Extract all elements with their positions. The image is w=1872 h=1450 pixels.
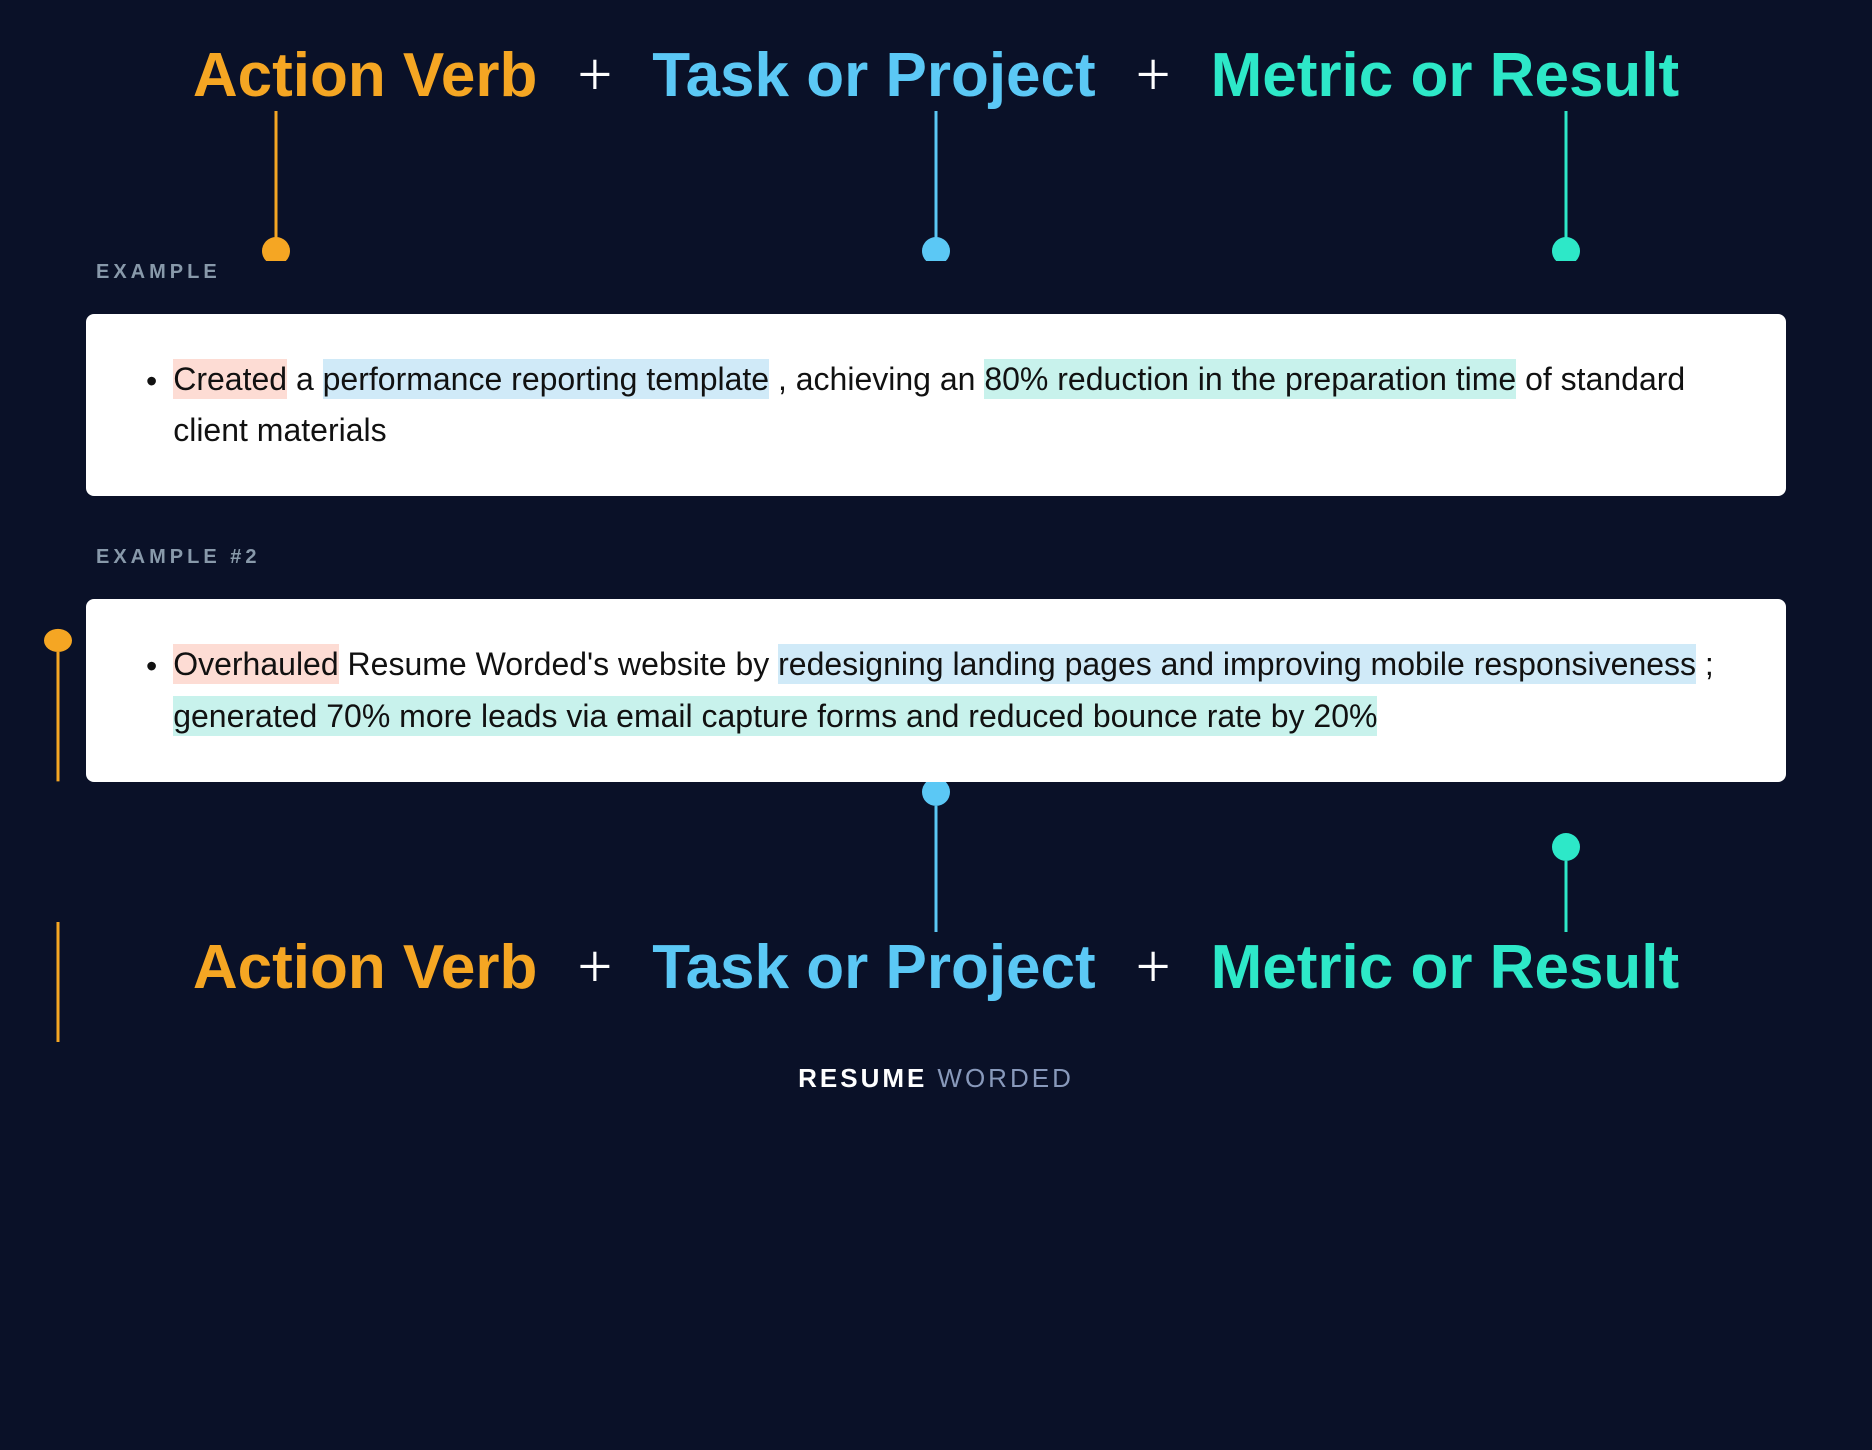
example2-label: EXAMPLE #2 [96,546,1796,569]
example2-metric: generated 70% more leads via email captu… [173,696,1377,736]
example1-connector1: a [296,361,323,397]
task-project-label: Task or Project [652,40,1095,111]
example1-box: • Created a performance reporting templa… [86,314,1786,496]
example2-box: • Overhauled Resume Worded's website by … [86,599,1786,781]
plus-sign-2: + [1136,40,1171,111]
bullet-dot-2: • [146,639,157,692]
bullet-dot-1: • [146,354,157,407]
top-connector-svg [86,111,1786,261]
action-verb-label-bottom: Action Verb [193,932,538,1003]
example2-connector1: Resume Worded's website by [348,646,779,682]
example1-metric: 80% reduction in the preparation time [984,359,1516,399]
example1-label: EXAMPLE [96,261,1796,284]
example1-bullet: • Created a performance reporting templa… [146,354,1726,456]
brand-footer: RESUME WORDED [798,1063,1074,1094]
plus-sign-3: + [577,932,612,1003]
example2-bullet: • Overhauled Resume Worded's website by … [146,639,1726,741]
plus-sign-1: + [577,40,612,111]
example2-task: redesigning landing pages and improving … [778,644,1696,684]
example1-connector2: , achieving an [778,361,984,397]
example1-text: Created a performance reporting template… [173,354,1726,456]
metric-result-label-bottom: Metric or Result [1211,932,1680,1003]
example2-connector2: ; [1705,646,1714,682]
plus-sign-4: + [1136,932,1171,1003]
example2-text: Overhauled Resume Worded's website by re… [173,639,1726,741]
brand-worded: WORDED [937,1063,1073,1094]
brand-resume: RESUME [798,1063,927,1094]
example2-action-verb: Overhauled [173,644,338,684]
task-project-label-bottom: Task or Project [652,932,1095,1003]
example1-task: performance reporting template [323,359,769,399]
action-verb-label: Action Verb [193,40,538,111]
example2-orange-connector [31,599,86,781]
bottom-orange-connector [31,922,86,1042]
example1-action-verb: Created [173,359,287,399]
metric-result-label: Metric or Result [1211,40,1680,111]
bottom-connector-svg [86,782,1786,932]
